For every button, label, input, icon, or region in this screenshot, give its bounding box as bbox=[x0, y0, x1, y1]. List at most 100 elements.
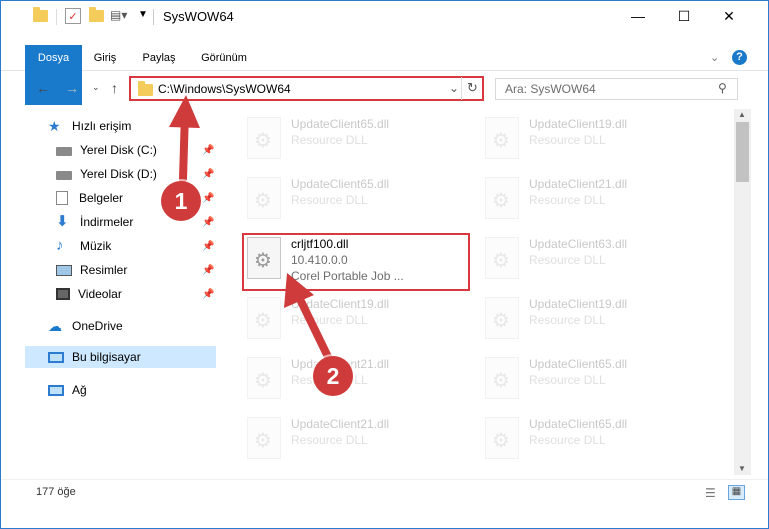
sidebar-item-this-pc[interactable]: Bu bilgisayar bbox=[25, 346, 216, 368]
search-input[interactable]: Ara: SysWOW64 ⚲ bbox=[495, 78, 738, 100]
file-description: Resource DLL bbox=[291, 313, 368, 327]
file-item[interactable]: UpdateClient63.dll Resource DLL bbox=[455, 229, 685, 289]
sidebar-item-label: OneDrive bbox=[72, 319, 123, 333]
sidebar-item-pictures[interactable]: Resimler bbox=[56, 259, 127, 281]
sidebar-item-label: Yerel Disk (D:) bbox=[80, 167, 157, 181]
sidebar-item-downloads[interactable]: ⬇ İndirmeler bbox=[56, 211, 133, 233]
sidebar-item-label: İndirmeler bbox=[80, 215, 134, 229]
computer-icon bbox=[48, 351, 64, 363]
navigation-pane: ★ Hızlı erişim Yerel Disk (C:) 📌 Yerel D… bbox=[1, 109, 217, 475]
dll-file-icon bbox=[485, 357, 519, 399]
maximize-button[interactable]: ☐ bbox=[661, 1, 707, 31]
search-placeholder: Ara: SysWOW64 bbox=[505, 82, 596, 96]
sidebar-item-quick-access[interactable]: ★ Hızlı erişim bbox=[48, 115, 131, 137]
file-item[interactable]: UpdateClient65.dll Resource DLL bbox=[455, 409, 685, 469]
pin-icon[interactable]: 📌 bbox=[202, 217, 214, 228]
file-list: UpdateClient65.dll Resource DLL UpdateCl… bbox=[217, 109, 734, 475]
file-highlight-box bbox=[242, 233, 470, 291]
address-bar[interactable]: C:\Windows\SysWOW64 ⌄ ↻ bbox=[129, 76, 484, 101]
vertical-scrollbar[interactable]: ▲ ▼ bbox=[734, 109, 751, 475]
file-name: UpdateClient65.dll bbox=[291, 177, 390, 191]
tab-share[interactable]: Paylaş bbox=[135, 45, 183, 71]
pin-icon[interactable]: 📌 bbox=[202, 169, 214, 180]
forward-icon[interactable]: → bbox=[65, 80, 79, 96]
file-item[interactable]: UpdateClient21.dll Resource DLL bbox=[455, 169, 685, 229]
help-icon[interactable]: ? bbox=[732, 50, 747, 65]
scroll-up-icon[interactable]: ▲ bbox=[738, 110, 746, 119]
customize-toolbar-icon[interactable]: ▤▾ bbox=[110, 8, 127, 22]
large-icons-view-icon[interactable]: ▦ bbox=[728, 485, 745, 500]
pin-icon[interactable]: 📌 bbox=[202, 193, 214, 204]
scroll-down-icon[interactable]: ▼ bbox=[738, 464, 746, 473]
sidebar-item-disk-d[interactable]: Yerel Disk (D:) bbox=[56, 163, 157, 185]
folder-icon bbox=[138, 81, 153, 96]
file-item[interactable]: UpdateClient65.dll Resource DLL bbox=[217, 169, 447, 229]
new-folder-icon[interactable] bbox=[89, 7, 104, 22]
search-icon: ⚲ bbox=[718, 81, 727, 95]
expand-ribbon-icon[interactable]: ⌄ bbox=[710, 51, 719, 64]
dll-file-icon bbox=[247, 357, 281, 399]
dll-file-icon bbox=[485, 297, 519, 339]
minimize-button[interactable]: — bbox=[615, 1, 661, 31]
back-icon[interactable]: ← bbox=[36, 80, 50, 96]
sidebar-item-label: Bu bilgisayar bbox=[72, 350, 141, 364]
file-name: UpdateClient63.dll bbox=[529, 237, 628, 251]
status-bar: 177 öğe ☰ ▦ bbox=[1, 479, 768, 505]
file-name: UpdateClient21.dll bbox=[291, 417, 390, 431]
up-icon[interactable]: ↑ bbox=[111, 80, 118, 96]
sidebar-item-network[interactable]: Ağ bbox=[48, 379, 87, 401]
file-item[interactable]: UpdateClient19.dll Resource DLL bbox=[217, 289, 447, 349]
file-description: Resource DLL bbox=[529, 373, 606, 387]
dll-file-icon bbox=[247, 177, 281, 219]
sidebar-item-label: Müzik bbox=[80, 239, 112, 253]
address-path: C:\Windows\SysWOW64 bbox=[158, 82, 291, 96]
details-view-icon[interactable]: ☰ bbox=[705, 486, 716, 500]
recent-locations-icon[interactable]: ⌄ bbox=[92, 82, 100, 93]
sidebar-item-music[interactable]: ♪ Müzik bbox=[56, 235, 111, 257]
file-description: Resource DLL bbox=[529, 253, 606, 267]
cloud-icon: ☁ bbox=[48, 318, 62, 334]
dll-file-icon bbox=[247, 417, 281, 459]
drive-icon bbox=[56, 147, 72, 156]
sidebar-item-onedrive[interactable]: ☁ OneDrive bbox=[48, 315, 123, 337]
download-icon: ⬇ bbox=[56, 213, 69, 230]
file-name: UpdateClient65.dll bbox=[529, 417, 628, 431]
tab-view[interactable]: Görünüm bbox=[195, 45, 253, 71]
dll-file-icon bbox=[485, 417, 519, 459]
pin-icon[interactable]: 📌 bbox=[202, 145, 214, 156]
scrollbar-thumb[interactable] bbox=[736, 122, 749, 182]
sidebar-item-disk-c[interactable]: Yerel Disk (C:) bbox=[56, 139, 157, 161]
folder-icon bbox=[33, 7, 48, 22]
file-name: UpdateClient19.dll bbox=[529, 117, 628, 131]
music-icon: ♪ bbox=[56, 237, 64, 254]
documents-icon bbox=[56, 191, 68, 205]
pin-icon[interactable]: 📌 bbox=[202, 289, 214, 300]
dll-file-icon bbox=[485, 117, 519, 159]
close-button[interactable]: ✕ bbox=[706, 1, 752, 31]
dll-file-icon bbox=[247, 117, 281, 159]
tab-home[interactable]: Giriş bbox=[87, 45, 123, 71]
file-name: UpdateClient19.dll bbox=[291, 297, 390, 311]
sidebar-item-label: Belgeler bbox=[79, 191, 124, 205]
file-item[interactable]: UpdateClient65.dll Resource DLL bbox=[455, 349, 685, 409]
file-item[interactable]: UpdateClient65.dll Resource DLL bbox=[217, 109, 447, 169]
quick-access-dropdown-icon[interactable]: ▼ bbox=[138, 9, 148, 20]
pin-icon[interactable]: 📌 bbox=[202, 241, 214, 252]
address-dropdown-icon[interactable]: ⌄ bbox=[449, 81, 459, 95]
file-item[interactable]: UpdateClient21.dll Resource DLL bbox=[217, 409, 447, 469]
file-item[interactable]: UpdateClient19.dll Resource DLL bbox=[455, 289, 685, 349]
callout-2: 2 bbox=[313, 356, 353, 396]
file-description: Resource DLL bbox=[291, 433, 368, 447]
sidebar-item-documents[interactable]: Belgeler bbox=[56, 187, 123, 209]
refresh-icon[interactable]: ↻ bbox=[467, 80, 478, 96]
file-item[interactable]: UpdateClient19.dll Resource DLL bbox=[455, 109, 685, 169]
sidebar-item-label: Yerel Disk (C:) bbox=[80, 143, 157, 157]
dll-file-icon bbox=[485, 237, 519, 279]
sidebar-item-label: Resimler bbox=[80, 263, 128, 277]
file-description: Resource DLL bbox=[529, 133, 606, 147]
window-title: SysWOW64 bbox=[163, 9, 234, 24]
properties-icon[interactable]: ✓ bbox=[65, 8, 81, 24]
sidebar-item-videos[interactable]: Videolar bbox=[56, 283, 122, 305]
sidebar-item-label: Videolar bbox=[78, 287, 122, 301]
pin-icon[interactable]: 📌 bbox=[202, 265, 214, 276]
